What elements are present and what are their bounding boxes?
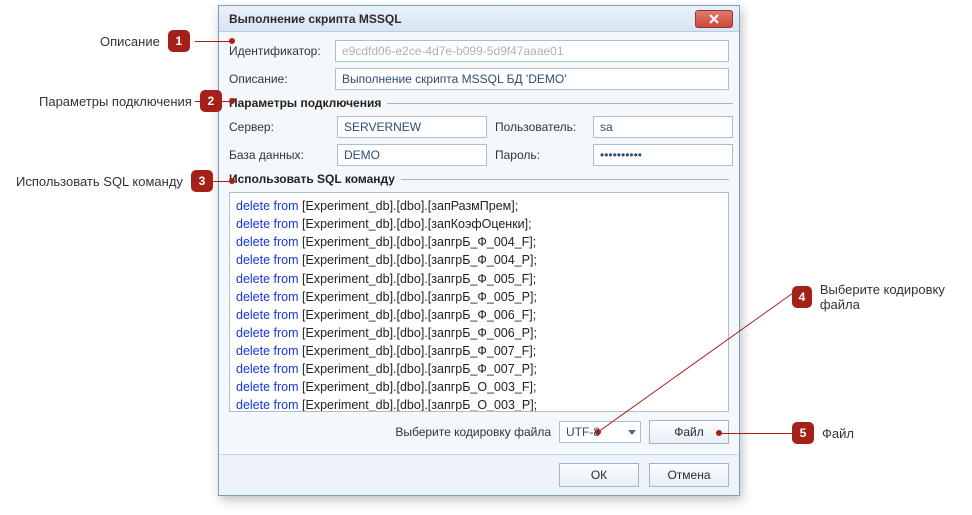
encoding-label: Выберите кодировку файла: [395, 425, 551, 439]
annotation-label: Параметры подключения: [39, 94, 192, 109]
row-identifier: Идентификатор:: [229, 40, 729, 62]
annotation-line: [195, 41, 230, 42]
db-label: База данных:: [229, 148, 329, 162]
annotation-4: Выберите кодировку файла 4: [792, 282, 972, 312]
annotation-badge-5: 5: [792, 422, 814, 444]
connection-legend: Параметры подключения: [229, 96, 387, 110]
annotation-badge-2: 2: [200, 90, 222, 112]
dialog-title: Выполнение скрипта MSSQL: [229, 12, 695, 26]
annotation-1: Описание 1: [100, 30, 190, 52]
sql-line: delete from [Experiment_db].[dbo].[запРа…: [236, 197, 722, 215]
annotation-line: [720, 433, 793, 434]
ok-button[interactable]: ОК: [559, 463, 639, 487]
sql-line: delete from [Experiment_db].[dbo].[запгр…: [236, 251, 722, 269]
annotation-dot: [229, 38, 235, 44]
cancel-button[interactable]: Отмена: [649, 463, 729, 487]
annotation-dot: [229, 178, 235, 184]
annotation-label: Выберите кодировку файла: [820, 282, 972, 312]
annotation-line: [595, 290, 795, 440]
annotation-label: Использовать SQL команду: [16, 174, 183, 189]
annotation-dot: [229, 98, 235, 104]
server-field[interactable]: [337, 116, 487, 138]
annotation-label: Файл: [822, 426, 854, 441]
user-label: Пользователь:: [495, 120, 585, 134]
row-description: Описание:: [229, 68, 729, 90]
close-icon: [708, 14, 720, 24]
annotation-badge-1: 1: [168, 30, 190, 52]
description-field[interactable]: [335, 68, 729, 90]
annotation-dot: [716, 430, 722, 436]
identifier-field[interactable]: [335, 40, 729, 62]
annotation-3: Использовать SQL команду 3: [16, 170, 213, 192]
sql-legend: Использовать SQL команду: [229, 172, 401, 186]
identifier-label: Идентификатор:: [229, 44, 329, 58]
sql-line: delete from [Experiment_db].[dbo].[запКо…: [236, 215, 722, 233]
titlebar: Выполнение скрипта MSSQL: [219, 6, 739, 32]
annotation-5: Файл 5: [792, 422, 854, 444]
annotation-label: Описание: [100, 34, 160, 49]
annotation-badge-3: 3: [191, 170, 213, 192]
description-label: Описание:: [229, 72, 329, 86]
user-field[interactable]: [593, 116, 733, 138]
db-field[interactable]: [337, 144, 487, 166]
sql-line: delete from [Experiment_db].[dbo].[запгр…: [236, 270, 722, 288]
connection-group: Параметры подключения Сервер: Пользовате…: [229, 96, 733, 166]
password-field[interactable]: [593, 144, 733, 166]
close-button[interactable]: [695, 10, 733, 28]
dialog-footer: ОК Отмена: [219, 454, 739, 495]
server-label: Сервер:: [229, 120, 329, 134]
annotation-badge-4: 4: [792, 286, 812, 308]
password-label: Пароль:: [495, 148, 585, 162]
sql-line: delete from [Experiment_db].[dbo].[запгр…: [236, 233, 722, 251]
